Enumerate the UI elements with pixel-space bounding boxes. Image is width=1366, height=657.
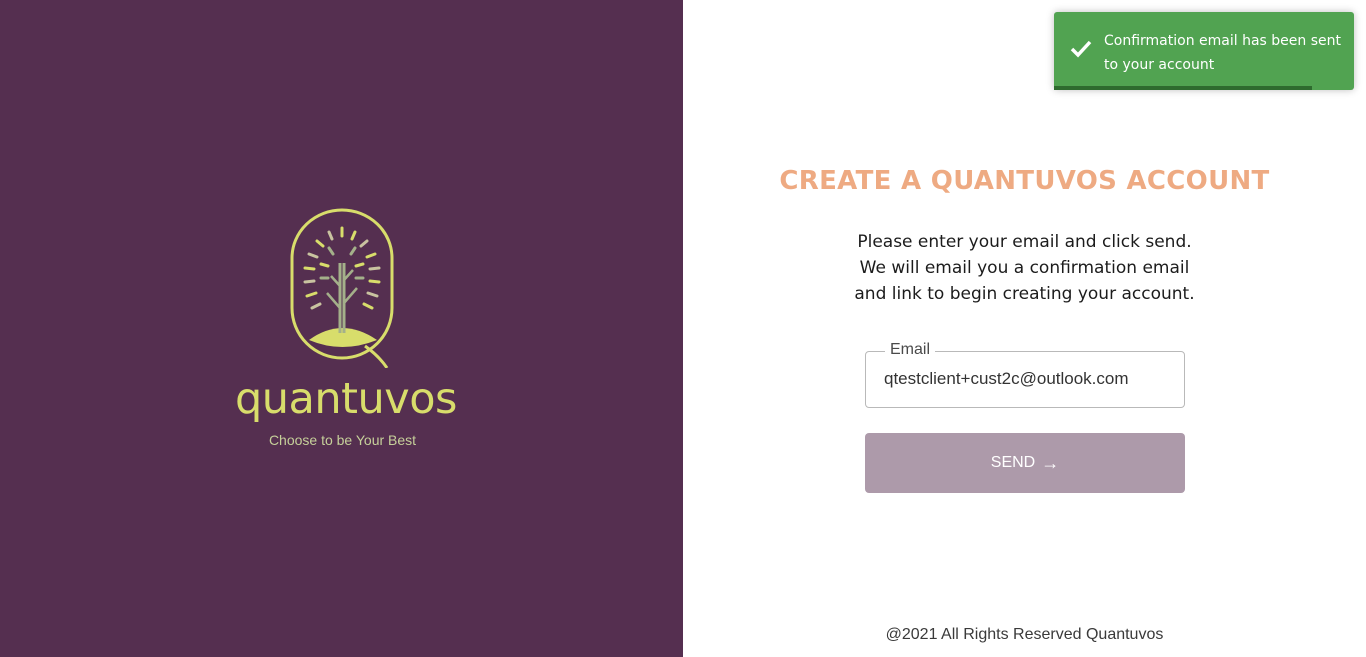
- brand-panel: quantuvos Choose to be Your Best: [0, 0, 683, 657]
- footer-copyright: @2021 All Rights Reserved Quantuvos: [885, 626, 1164, 643]
- send-button-label: SEND: [990, 454, 1036, 471]
- check-icon: [1070, 40, 1092, 58]
- send-button[interactable]: SEND →: [865, 433, 1185, 493]
- success-toast[interactable]: Confirmation email has been sent to your…: [1054, 12, 1354, 90]
- email-field[interactable]: Email: [865, 341, 1185, 408]
- brand-name: quantuvos: [235, 374, 457, 424]
- page-title: CREATE A QUANTUVOS ACCOUNT: [779, 166, 1270, 196]
- arrow-right-icon: →: [1041, 453, 1060, 473]
- signup-panel: CREATE A QUANTUVOS ACCOUNT Please enter …: [683, 0, 1366, 657]
- toast-progress-bar: [1054, 86, 1312, 90]
- brand-tagline: Choose to be Your Best: [268, 432, 417, 448]
- tree-logo-icon: [290, 208, 394, 368]
- email-input[interactable]: [884, 366, 1174, 392]
- toast-message: Confirmation email has been sent to your…: [1104, 33, 1341, 73]
- instructions-text: Please enter your email and click send. …: [854, 232, 1195, 304]
- email-label: Email: [885, 341, 936, 359]
- quantuvos-logo: quantuvos Choose to be Your Best: [235, 200, 457, 460]
